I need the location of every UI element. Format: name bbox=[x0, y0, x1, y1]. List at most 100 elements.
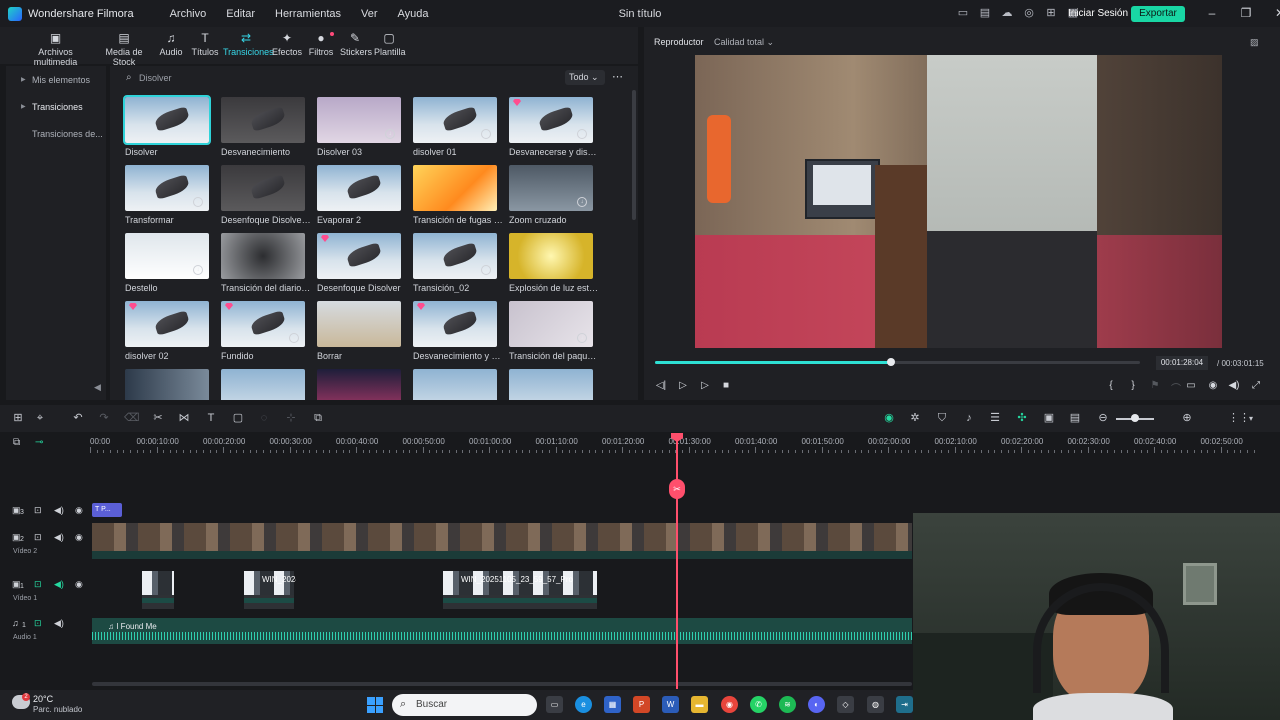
save-icon[interactable]: ▤ bbox=[978, 6, 992, 20]
transition-thumbnail[interactable] bbox=[317, 165, 401, 211]
render-preview-icon[interactable]: ◉ bbox=[882, 412, 896, 425]
task-view-icon[interactable]: ▭ bbox=[546, 696, 563, 713]
mute-icon[interactable]: ◀) bbox=[54, 505, 64, 516]
ai-icon[interactable]: ⧉ bbox=[311, 412, 325, 425]
chrome-icon[interactable]: ◉ bbox=[721, 696, 738, 713]
menu-herramientas[interactable]: Herramientas bbox=[265, 8, 351, 20]
eye-icon[interactable]: ◉ bbox=[75, 505, 83, 516]
monitor-icon[interactable]: ▭ bbox=[956, 6, 970, 20]
mute-icon[interactable]: ◀) bbox=[54, 579, 64, 590]
storyboard-icon[interactable]: ▤ bbox=[1068, 412, 1082, 425]
tab-titulos[interactable]: T Títulos bbox=[190, 32, 220, 57]
quality-dropdown[interactable]: Calidad total ⌄ bbox=[714, 37, 774, 48]
player-tab[interactable]: Reproductor bbox=[654, 37, 704, 47]
transition-thumbnail[interactable]: ↓ bbox=[413, 97, 497, 143]
text-tool-icon[interactable]: T bbox=[204, 412, 218, 425]
chevron-down-icon[interactable]: ▾ bbox=[1244, 412, 1258, 425]
transition-thumbnail[interactable]: ↓ bbox=[317, 97, 401, 143]
edge-icon[interactable]: e bbox=[575, 696, 592, 713]
lock-icon[interactable]: ⊡ bbox=[34, 618, 42, 629]
link-icon[interactable]: ⊸ bbox=[35, 437, 43, 448]
sign-in-button[interactable]: Iniciar Sesión bbox=[1064, 6, 1132, 22]
tab-stickers[interactable]: ✎ Stickers bbox=[340, 32, 372, 57]
export-button[interactable]: Exportar bbox=[1131, 6, 1185, 22]
tab-transiciones[interactable]: ⇄ Transiciones bbox=[223, 32, 274, 57]
video-clip[interactable]: WIN_2024 bbox=[244, 571, 296, 609]
folder-icon[interactable]: ⊡ bbox=[34, 505, 42, 516]
download-icon[interactable]: ↓ bbox=[193, 197, 203, 207]
eye-icon[interactable]: ◉ bbox=[75, 532, 83, 543]
download-icon[interactable]: ↓ bbox=[481, 265, 491, 275]
audio-split-icon[interactable]: ⋈ bbox=[177, 412, 191, 425]
transition-thumbnail[interactable]: ↓ bbox=[509, 165, 593, 211]
stop-icon[interactable]: ■ bbox=[720, 380, 732, 391]
transition-thumbnail[interactable]: ↓ bbox=[413, 233, 497, 279]
video-clip[interactable] bbox=[142, 571, 174, 609]
sidebar-item-mis-elementos[interactable]: ▶ Mis elementos bbox=[6, 69, 106, 91]
spotify-icon[interactable]: ≋ bbox=[779, 696, 796, 713]
transition-thumbnail[interactable] bbox=[509, 369, 593, 400]
windows-start-icon[interactable] bbox=[367, 697, 383, 713]
sidebar-item-transiciones-de[interactable]: Transiciones de... bbox=[6, 123, 106, 145]
transition-thumbnail[interactable] bbox=[125, 301, 209, 347]
audio-clip[interactable]: ♫ I Found Me bbox=[92, 618, 912, 644]
adjust-icon[interactable]: ⊹ bbox=[284, 412, 298, 425]
menu-ayuda[interactable]: Ayuda bbox=[388, 8, 439, 20]
taskbar-search[interactable]: ⌕ Buscar bbox=[392, 694, 537, 716]
render-icon[interactable]: ⌒ bbox=[1170, 380, 1182, 395]
download-icon[interactable]: ↓ bbox=[289, 333, 299, 343]
shield-icon[interactable]: ⛉ bbox=[935, 412, 949, 425]
more-options-icon[interactable]: ⋯ bbox=[612, 70, 623, 83]
transition-thumbnail[interactable] bbox=[317, 369, 401, 400]
zoom-in-icon[interactable]: ⊕ bbox=[1180, 412, 1194, 425]
maximize-icon[interactable]: ❐ bbox=[1240, 6, 1252, 20]
transition-thumbnail[interactable] bbox=[125, 369, 209, 400]
zoom-out-icon[interactable]: ⊖ bbox=[1096, 412, 1110, 425]
tab-media-de-stock[interactable]: ▤ Media de Stock bbox=[96, 32, 152, 67]
filmora-taskbar-icon[interactable]: ◇ bbox=[837, 696, 854, 713]
crop-icon[interactable]: ▢ bbox=[231, 412, 245, 425]
download-icon[interactable]: ↓ bbox=[193, 265, 203, 275]
split-icon[interactable]: ✂ bbox=[151, 412, 165, 425]
apps-grid-icon[interactable]: ⊞ bbox=[1044, 6, 1058, 20]
whatsapp-icon[interactable]: ✆ bbox=[750, 696, 767, 713]
pip-icon[interactable]: ▣ bbox=[1042, 412, 1056, 425]
lock-icon[interactable]: ⊡ bbox=[34, 579, 42, 590]
download-icon[interactable]: ↓ bbox=[577, 129, 587, 139]
file-explorer-icon[interactable]: ▬ bbox=[691, 696, 708, 713]
color-icon[interactable]: ◌ bbox=[257, 412, 271, 425]
split-marker-icon[interactable]: ✂ bbox=[669, 479, 685, 499]
download-icon[interactable]: ↓ bbox=[577, 197, 587, 207]
playback-progress[interactable] bbox=[655, 358, 1140, 366]
tab-plantilla[interactable]: ▢ Plantilla bbox=[374, 32, 406, 57]
transition-thumbnail[interactable]: ↓ bbox=[509, 97, 593, 143]
snapshot-settings-icon[interactable]: ▨ bbox=[1250, 37, 1259, 48]
filter-dropdown[interactable]: Todo ⌄ bbox=[565, 70, 605, 85]
volume-icon[interactable]: ◀) bbox=[1228, 380, 1240, 391]
transition-thumbnail[interactable]: ↓ bbox=[125, 165, 209, 211]
timeline-scrollbar[interactable] bbox=[92, 682, 912, 686]
search-input[interactable]: Disolver bbox=[139, 73, 172, 83]
select-tool-icon[interactable]: ⌖ bbox=[33, 412, 47, 425]
mic-icon[interactable]: ♪ bbox=[962, 412, 976, 425]
progress-handle[interactable] bbox=[887, 358, 895, 366]
add-track-icon[interactable]: ⧉ bbox=[13, 437, 20, 448]
list-icon[interactable]: ☰ bbox=[988, 412, 1002, 425]
snap-icon[interactable]: ✣ bbox=[1015, 412, 1029, 425]
mark-out-icon[interactable]: } bbox=[1127, 380, 1139, 391]
redo-icon[interactable]: ↷ bbox=[97, 412, 111, 425]
collapse-sidebar-icon[interactable]: ◀ bbox=[94, 382, 101, 393]
delete-icon[interactable]: ⌫ bbox=[124, 412, 140, 425]
transition-thumbnail[interactable] bbox=[317, 301, 401, 347]
menu-editar[interactable]: Editar bbox=[216, 8, 265, 20]
transition-thumbnail[interactable] bbox=[317, 233, 401, 279]
playhead[interactable] bbox=[676, 437, 678, 689]
support-icon[interactable]: ◎ bbox=[1022, 6, 1036, 20]
discord-icon[interactable]: ◐ bbox=[808, 696, 825, 713]
zoom-slider-handle[interactable] bbox=[1131, 414, 1139, 422]
folder-icon[interactable]: ⊡ bbox=[34, 532, 42, 543]
video-track-2-clips[interactable] bbox=[92, 523, 912, 551]
video-clip[interactable]: WIN_20251105_23_59_57_Pro bbox=[443, 571, 597, 609]
library-scrollbar[interactable] bbox=[632, 90, 636, 220]
minimize-icon[interactable]: – bbox=[1206, 6, 1218, 20]
